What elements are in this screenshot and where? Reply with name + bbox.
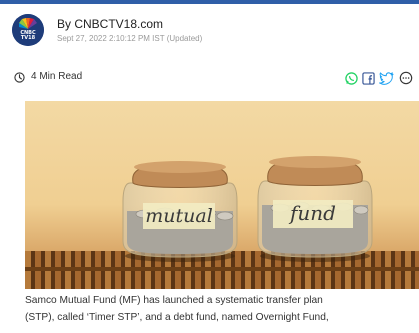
twitter-icon[interactable] (379, 71, 394, 85)
article-body: Samco Mutual Fund (MF) has launched a sy… (25, 292, 419, 326)
mutual-fund-jars-photo: mutual fund (25, 101, 419, 289)
article-line: Samco Mutual Fund (MF) has launched a sy… (25, 295, 323, 306)
more-icon[interactable] (398, 71, 414, 85)
publish-date: Sept 27, 2022 2:10:12 PM IST (Updated) (57, 33, 203, 43)
read-time: 4 Min Read (31, 71, 83, 82)
clock-icon (14, 72, 25, 83)
jar-label-right: fund (288, 201, 336, 225)
article-meta-row: 4 Min Read (14, 70, 414, 86)
whatsapp-icon[interactable] (345, 71, 358, 85)
facebook-icon[interactable] (362, 71, 375, 85)
jar-label-left: mutual (145, 205, 213, 227)
article-header: CNBC TV18 By CNBCTV18.com Sept 27, 2022 … (0, 4, 419, 56)
share-icons (345, 71, 414, 85)
cnbctv18-logo[interactable]: CNBC TV18 (12, 14, 44, 46)
author-name[interactable]: By CNBCTV18.com (57, 17, 202, 32)
hero-image: mutual fund (25, 101, 419, 289)
logo-text: CNBC TV18 (16, 31, 40, 41)
article-line: (STP), called ‘Timer STP’, and a debt fu… (25, 312, 329, 323)
byline: By CNBCTV18.com Sept 27, 2022 2:10:12 PM… (57, 17, 202, 44)
logo-text-bottom: TV18 (20, 35, 36, 41)
